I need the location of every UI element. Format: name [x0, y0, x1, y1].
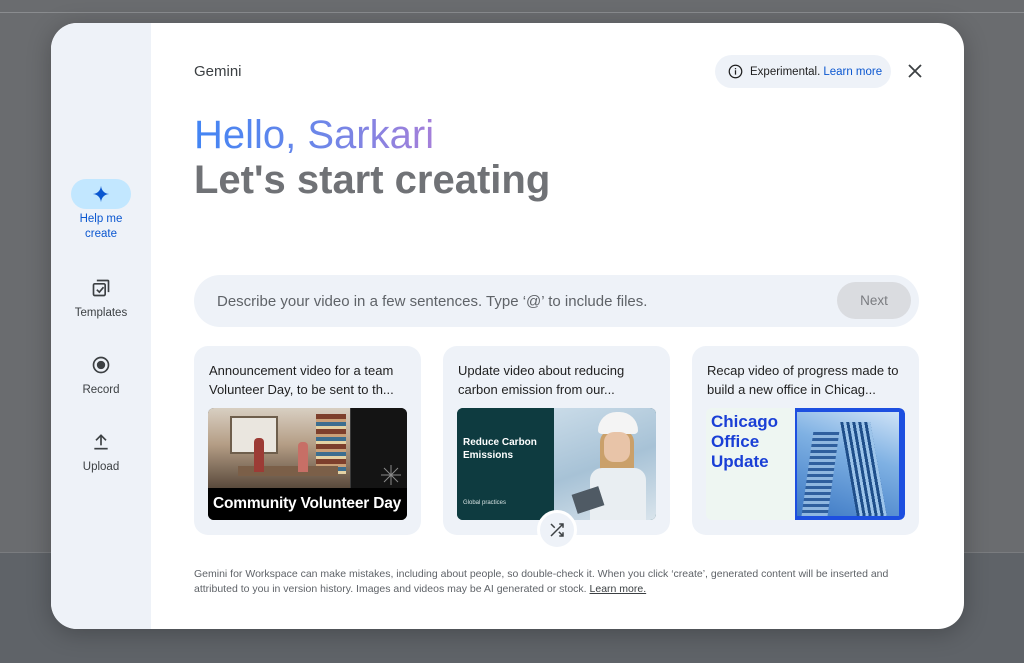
side-rail: Help me create Templates Record Upload [51, 23, 151, 629]
rail-item-label: Help me create [79, 213, 123, 240]
rail-item-label: Record [82, 384, 120, 396]
sparkle-decoration-icon [380, 464, 402, 486]
background-divider [0, 12, 1024, 13]
gemini-create-dialog: Help me create Templates Record Upload G… [51, 23, 964, 629]
greeting-hello: Hello, Sarkari [194, 113, 435, 157]
prompt-box: Next [194, 275, 919, 327]
disclaimer-learn-more-link[interactable]: Learn more. [590, 583, 647, 595]
thumbnail-caption: Community Volunteer Day [208, 488, 407, 520]
suggestion-text: Announcement video for a team Volunteer … [209, 363, 394, 397]
rail-item-record[interactable]: Record [51, 350, 151, 398]
prompt-input[interactable] [194, 275, 824, 327]
skyscraper-photo [795, 408, 905, 520]
learn-more-link[interactable]: Learn more [823, 66, 882, 78]
next-button[interactable]: Next [837, 282, 911, 319]
suggestion-text: Update video about reducing carbon emiss… [458, 363, 625, 397]
greeting-subtitle: Let's start creating [194, 158, 551, 202]
experimental-label: Experimental. [750, 65, 821, 78]
thumbnail-title: Chicago Office Update [711, 412, 779, 471]
suggestion-card-carbon-emission[interactable]: Update video about reducing carbon emiss… [443, 346, 670, 535]
suggestion-card-chicago-office[interactable]: Recap video of progress made to build a … [692, 346, 919, 535]
suggestion-text: Recap video of progress made to build a … [707, 363, 899, 397]
rail-item-help-me-create[interactable]: Help me create [51, 179, 151, 242]
rail-item-label: Templates [74, 307, 128, 319]
rail-item-upload[interactable]: Upload [51, 427, 151, 475]
sparkle-icon [92, 185, 110, 203]
record-icon [91, 355, 111, 375]
disclaimer-body: Gemini for Workspace can make mistakes, … [194, 568, 889, 595]
rail-icon-pill [71, 350, 131, 380]
info-icon [728, 64, 743, 79]
shuffle-button[interactable] [537, 510, 577, 550]
templates-icon [91, 278, 111, 298]
volunteer-scene-image [208, 408, 350, 488]
main-panel: Gemini Experimental. Learn more Hello, S… [151, 23, 964, 629]
brand-title: Gemini [194, 63, 242, 80]
shuffle-icon [548, 521, 566, 539]
engineer-photo [554, 408, 656, 520]
suggestion-thumbnail: Chicago Office Update [706, 408, 905, 520]
thumbnail-subtext: Global practices [463, 500, 507, 506]
rail-item-templates[interactable]: Templates [51, 273, 151, 321]
rail-item-label: Upload [82, 461, 120, 473]
upload-icon [91, 432, 111, 452]
close-icon [907, 63, 923, 79]
suggestion-card-volunteer-day[interactable]: Announcement video for a team Volunteer … [194, 346, 421, 535]
disclaimer-text: Gemini for Workspace can make mistakes, … [194, 567, 924, 597]
thumbnail-text-panel: Reduce Carbon Emissions Global practices [457, 408, 554, 520]
suggestion-thumbnail: Community Volunteer Day [208, 408, 407, 520]
thumbnail-headline: Reduce Carbon Emissions [463, 437, 537, 461]
rail-icon-pill [71, 179, 131, 209]
close-button[interactable] [903, 59, 927, 83]
suggestion-thumbnail: Reduce Carbon Emissions Global practices [457, 408, 656, 520]
experimental-pill: Experimental. Learn more [715, 55, 891, 88]
rail-icon-pill [71, 273, 131, 303]
rail-icon-pill [71, 427, 131, 457]
